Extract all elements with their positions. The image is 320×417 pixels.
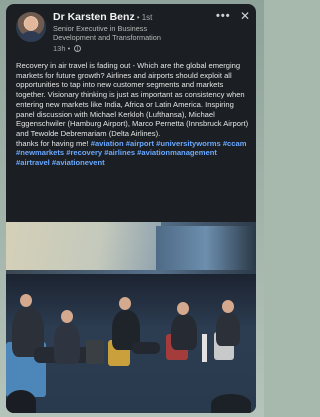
audience-head <box>6 390 36 413</box>
connection-degree: • 1st <box>136 13 153 22</box>
post-meta: 13h • <box>53 44 82 53</box>
pedestal <box>202 334 207 362</box>
close-icon[interactable]: ✕ <box>240 9 250 23</box>
panelist <box>216 312 240 346</box>
panelist-head <box>20 294 32 307</box>
avatar-body <box>19 31 43 42</box>
post-card: Dr Karsten Benz • 1st Senior Executive in… <box>6 4 256 413</box>
panelist-head <box>61 310 73 323</box>
stage-backdrop <box>6 222 256 274</box>
more-options-icon[interactable]: ••• <box>216 10 231 22</box>
panelist-head <box>222 300 234 313</box>
panelist-legs <box>132 342 160 354</box>
post-age: 13h • <box>53 44 71 53</box>
panelist <box>54 322 80 364</box>
author-name-row[interactable]: Dr Karsten Benz • 1st <box>53 11 152 23</box>
stage-lighting <box>156 226 256 270</box>
avatar[interactable] <box>16 12 46 42</box>
post-text: Recovery in air travel is fading out - W… <box>16 61 252 168</box>
post-closing: thanks for having me! <box>16 138 89 148</box>
globe-icon <box>74 45 82 52</box>
post-header: Dr Karsten Benz • 1st Senior Executive in… <box>6 4 256 58</box>
side-table <box>86 340 104 364</box>
author-name[interactable]: Dr Karsten Benz <box>53 11 135 23</box>
avatar-face <box>25 17 37 31</box>
audience-head <box>211 394 251 413</box>
author-headline: Senior Executive in Business Development… <box>53 24 161 42</box>
post-body: Recovery in air travel is fading out - W… <box>16 61 249 138</box>
panelist <box>171 314 197 350</box>
presentation-screen <box>6 222 161 270</box>
panelist-head <box>177 302 189 315</box>
post-photo[interactable] <box>6 222 256 413</box>
panelist-head <box>119 297 131 310</box>
